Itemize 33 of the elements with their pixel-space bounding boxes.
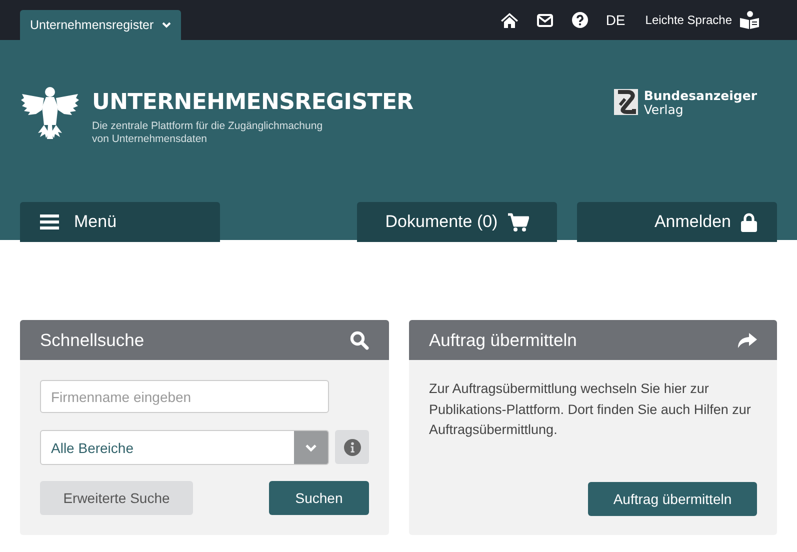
area-select[interactable]: Alle Bereiche bbox=[40, 430, 329, 465]
chevron-down-icon bbox=[162, 22, 171, 28]
menu-icon bbox=[40, 214, 59, 230]
search-icon bbox=[350, 330, 369, 350]
search-button[interactable]: Suchen bbox=[269, 481, 369, 515]
documents-button[interactable]: Dokumente (0) bbox=[357, 202, 557, 242]
portal-tab[interactable]: Unternehmensregister bbox=[20, 10, 181, 40]
help-icon[interactable] bbox=[572, 12, 588, 28]
info-icon bbox=[344, 438, 360, 456]
login-button[interactable]: Anmelden bbox=[577, 202, 777, 242]
lock-icon bbox=[741, 212, 757, 232]
book-reader-icon bbox=[740, 11, 759, 29]
info-button[interactable] bbox=[335, 430, 369, 464]
easy-language-link[interactable]: Leichte Sprache bbox=[645, 11, 759, 29]
language-link[interactable]: DE bbox=[606, 12, 626, 28]
publisher-subname: Verlag bbox=[644, 103, 684, 116]
submit-order-button[interactable]: Auftrag übermitteln bbox=[588, 482, 757, 516]
card-title: Schnellsuche bbox=[40, 330, 144, 350]
advanced-search-button[interactable]: Erweiterte Suche bbox=[40, 481, 193, 515]
site-subtitle: Die zentrale Plattform für die Zugänglichmachung von Unternehmensdaten bbox=[92, 120, 324, 146]
home-icon[interactable] bbox=[500, 12, 518, 28]
envelope-icon[interactable] bbox=[536, 14, 553, 26]
eagle-emblem-icon bbox=[20, 84, 80, 141]
cart-icon bbox=[508, 212, 529, 232]
menu-button[interactable]: Menü bbox=[20, 202, 220, 242]
publisher-name: Bundesanzeiger bbox=[644, 89, 757, 103]
site-title: UNTERNEHMENSREGISTER bbox=[92, 90, 414, 115]
chevron-down-icon bbox=[305, 444, 317, 452]
card-title: Auftrag übermitteln bbox=[429, 330, 577, 350]
publisher-logo-icon bbox=[614, 89, 638, 115]
share-arrow-icon bbox=[738, 332, 757, 348]
order-description: Zur Auftragsübermittlung wechseln Sie hier zur Publikations-Plattform. Dort finden Sie auch Hilfen zur Auftragsübermittlung. bbox=[429, 380, 752, 439]
company-name-field[interactable]: Firmenname eingeben bbox=[40, 380, 329, 413]
